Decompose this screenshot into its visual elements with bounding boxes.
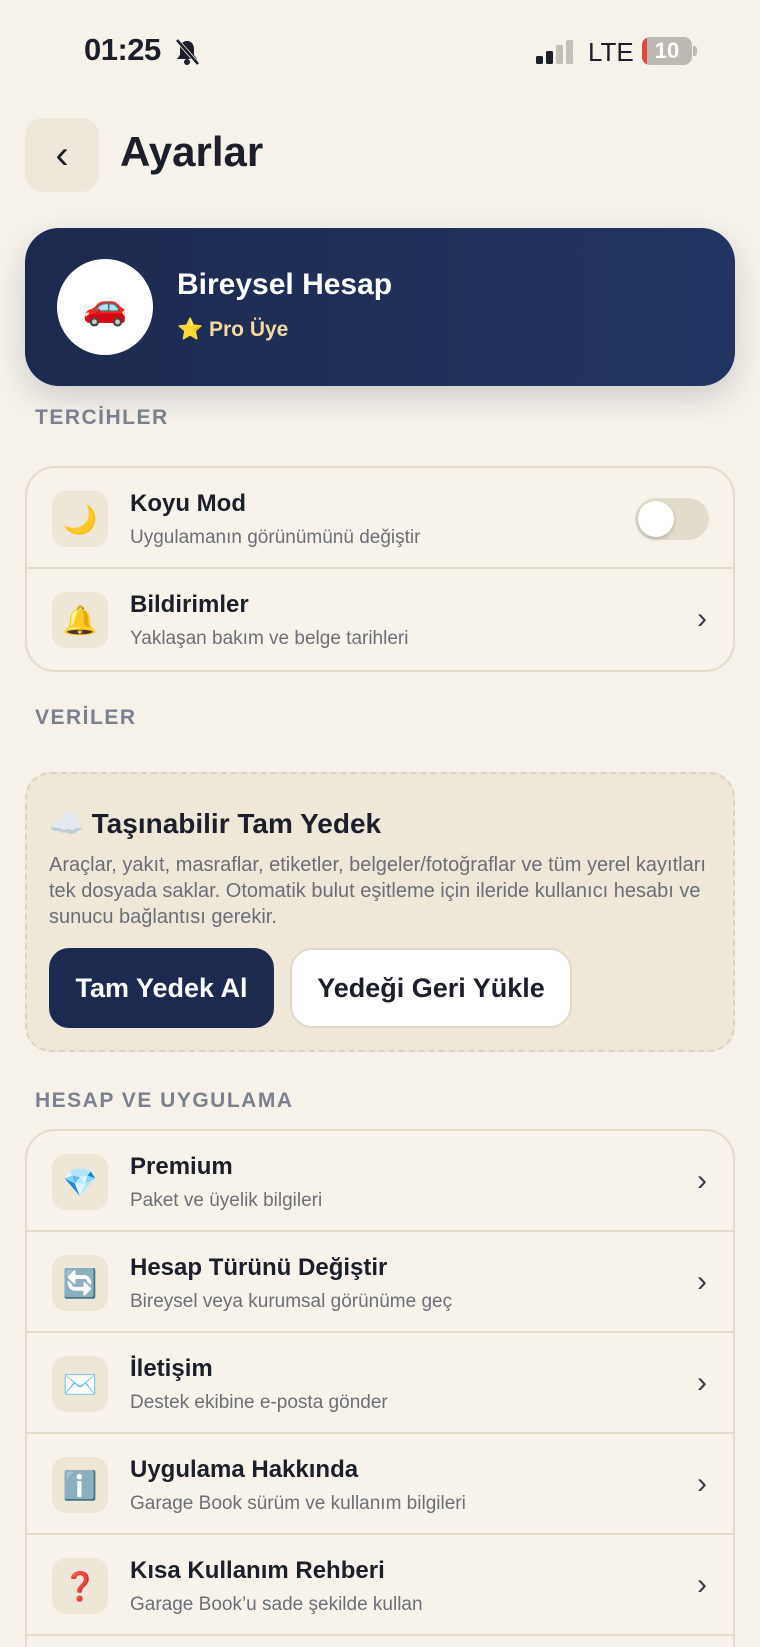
preferences-card: 🌙 Koyu Mod Uygulamanın görünümünü değişt… bbox=[25, 466, 735, 672]
bell-icon: 🔔 bbox=[52, 592, 108, 648]
row-subtitle: Bireysel veya kurumsal görünüme geç bbox=[130, 1291, 453, 1312]
profile-card: 🚗 Bireysel Hesap ⭐ Pro Üye bbox=[25, 228, 735, 386]
row-subtitle: Garage Book’u sade şekilde kullan bbox=[130, 1594, 423, 1615]
row-subtitle: Uygulamanın görünümünü değiştir bbox=[130, 527, 421, 548]
row-title: Koyu Mod bbox=[130, 490, 246, 517]
backup-card: ☁️ Taşınabilir Tam Yedek Araçlar, yakıt,… bbox=[25, 772, 735, 1052]
info-icon: ℹ️ bbox=[52, 1457, 108, 1513]
chevron-right-icon: › bbox=[697, 1467, 707, 1500]
settings-row-about[interactable]: ℹ️ Uygulama Hakkında Garage Book sürüm v… bbox=[27, 1434, 733, 1535]
row-subtitle: Paket ve üyelik bilgileri bbox=[130, 1190, 323, 1211]
signal-icon bbox=[536, 40, 576, 64]
page-title: Ayarlar bbox=[120, 128, 264, 175]
chevron-right-icon: › bbox=[697, 602, 707, 635]
restore-backup-button[interactable]: Yedeği Geri Yükle bbox=[290, 948, 572, 1028]
section-header-preferences: TERCİHLER bbox=[35, 406, 169, 429]
section-header-data: VERİLER bbox=[35, 706, 137, 729]
full-backup-button[interactable]: Tam Yedek Al bbox=[49, 948, 274, 1028]
row-subtitle: Destek ekibine e-posta gönder bbox=[130, 1392, 388, 1413]
bell-off-icon bbox=[174, 38, 200, 66]
row-title: Kısa Kullanım Rehberi bbox=[130, 1557, 385, 1584]
row-subtitle: Garage Book sürüm ve kullanım bilgileri bbox=[130, 1493, 466, 1514]
backup-title: ☁️ Taşınabilir Tam Yedek bbox=[49, 808, 382, 839]
row-title: Hesap Türünü Değiştir bbox=[130, 1254, 388, 1281]
car-icon: 🚗 bbox=[82, 286, 128, 327]
back-button[interactable]: ‹ bbox=[25, 118, 99, 192]
settings-row-contact[interactable]: ✉️ İletişim Destek ekibine e-posta gönde… bbox=[27, 1333, 733, 1434]
network-label: LTE bbox=[588, 37, 634, 67]
row-title: Bildirimler bbox=[130, 591, 249, 618]
chevron-right-icon: › bbox=[697, 1265, 707, 1298]
sync-icon: 🔄 bbox=[52, 1255, 108, 1311]
section-header-account: HESAP VE UYGULAMA bbox=[35, 1089, 294, 1112]
backup-description: Araçlar, yakıt, masraflar, etiketler, be… bbox=[49, 854, 706, 928]
diamond-icon: 💎 bbox=[52, 1154, 108, 1210]
chevron-left-icon: ‹ bbox=[55, 132, 69, 177]
settings-row-premium[interactable]: 💎 Premium Paket ve üyelik bilgileri › bbox=[27, 1131, 733, 1232]
settings-row-dark-mode[interactable]: 🌙 Koyu Mod Uygulamanın görünümünü değişt… bbox=[27, 468, 733, 569]
chevron-right-icon: › bbox=[697, 1568, 707, 1601]
account-card: 💎 Premium Paket ve üyelik bilgileri › 🔄 … bbox=[25, 1129, 735, 1647]
envelope-icon: ✉️ bbox=[52, 1356, 108, 1412]
avatar: 🚗 bbox=[57, 259, 153, 355]
chevron-right-icon: › bbox=[697, 1164, 707, 1197]
profile-name: Bireysel Hesap bbox=[177, 268, 393, 301]
toggle-knob bbox=[638, 501, 674, 537]
row-title: Uygulama Hakkında bbox=[130, 1456, 359, 1483]
status-time: 01:25 bbox=[84, 32, 161, 67]
battery-level: 10 bbox=[654, 38, 680, 63]
battery-icon: 10 bbox=[642, 37, 697, 65]
row-title: İletişim bbox=[130, 1355, 213, 1382]
chevron-right-icon: › bbox=[697, 1366, 707, 1399]
dark-mode-toggle[interactable] bbox=[635, 498, 709, 540]
status-bar: 01:25 LTE 10 bbox=[0, 0, 760, 100]
settings-row-account-type[interactable]: 🔄 Hesap Türünü Değiştir Bireysel veya ku… bbox=[27, 1232, 733, 1333]
row-subtitle: Yaklaşan bakım ve belge tarihleri bbox=[130, 628, 409, 649]
moon-icon: 🌙 bbox=[52, 491, 108, 547]
question-icon: ❓ bbox=[52, 1558, 108, 1614]
settings-row-guide[interactable]: ❓ Kısa Kullanım Rehberi Garage Book’u sa… bbox=[27, 1535, 733, 1636]
row-title: Premium bbox=[130, 1153, 233, 1180]
pro-badge: ⭐ Pro Üye bbox=[177, 318, 289, 341]
settings-row-notifications[interactable]: 🔔 Bildirimler Yaklaşan bakım ve belge ta… bbox=[27, 569, 733, 670]
